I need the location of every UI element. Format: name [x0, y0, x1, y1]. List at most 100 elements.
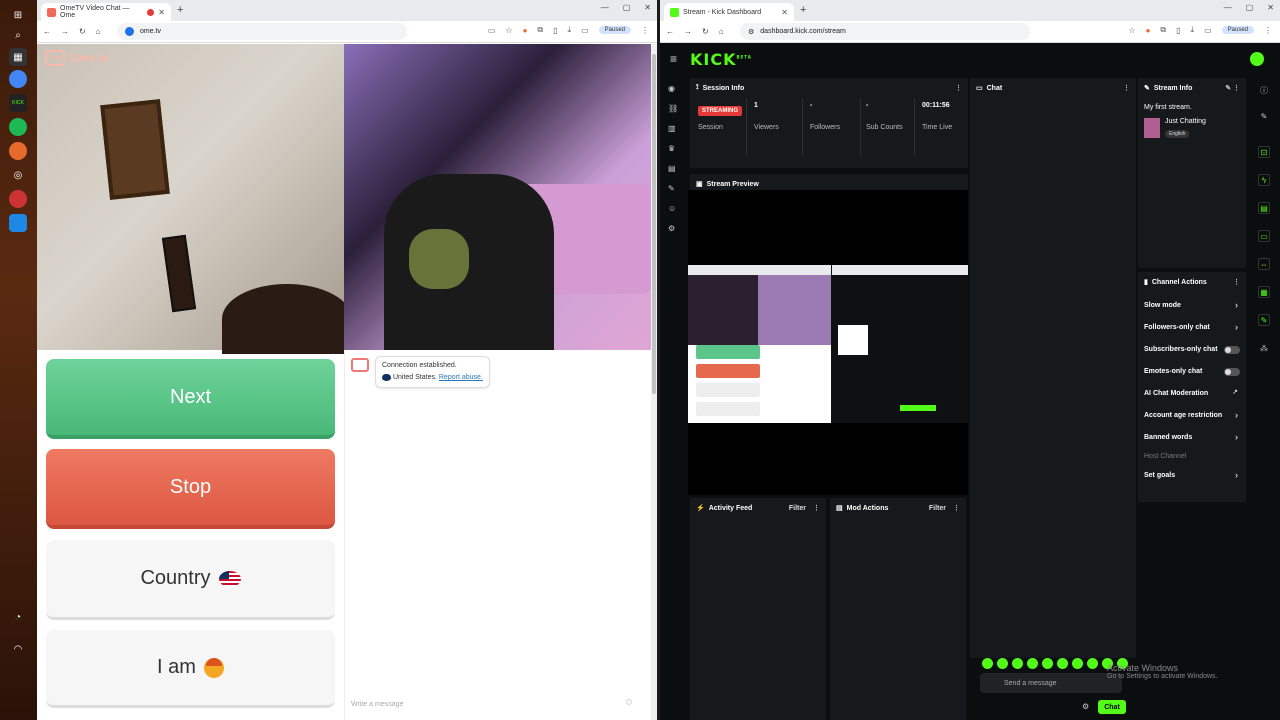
account-age-item[interactable]: Account age restriction: [1144, 412, 1222, 419]
maximize-icon[interactable]: ▢: [1246, 3, 1254, 12]
filter-button[interactable]: Filter: [929, 505, 946, 512]
emote-icon[interactable]: [1057, 658, 1068, 669]
download-icon[interactable]: ⤓: [1191, 25, 1195, 35]
pencil-icon[interactable]: ✎: [1258, 110, 1270, 122]
back-icon[interactable]: ←: [43, 27, 51, 36]
chevron-right-icon[interactable]: ›: [1235, 470, 1238, 480]
country-button[interactable]: Country: [46, 540, 335, 620]
stop-button[interactable]: Stop: [46, 449, 335, 529]
banned-words-item[interactable]: Banned words: [1144, 434, 1192, 441]
bookmark-star-icon[interactable]: ☆: [1128, 26, 1135, 35]
chart-icon[interactable]: ↗: [1232, 388, 1238, 396]
chevron-right-icon[interactable]: ›: [1235, 410, 1238, 420]
community-nav-icon[interactable]: ☺: [668, 204, 678, 214]
sidepanel-icon[interactable]: ▯: [1176, 26, 1180, 35]
task-view-icon[interactable]: ▦: [9, 48, 27, 66]
spotify-icon[interactable]: [9, 118, 27, 136]
close-tab-icon[interactable]: ✕: [158, 8, 165, 17]
chevron-right-icon[interactable]: ›: [1235, 322, 1238, 332]
nodes-icon[interactable]: ⁂: [1258, 342, 1270, 354]
panel-menu-icon[interactable]: ⋮: [813, 504, 820, 512]
puzzle-icon[interactable]: ⧉: [537, 25, 543, 35]
edit-icon[interactable]: ✎ ⋮: [1225, 84, 1240, 92]
home-icon[interactable]: ⌂: [96, 27, 101, 36]
subscribers-only-toggle[interactable]: [1224, 346, 1240, 354]
ai-moderation-item[interactable]: AI Chat Moderation: [1144, 390, 1208, 397]
emote-icon[interactable]: [1087, 658, 1098, 669]
emote-icon[interactable]: [1012, 658, 1023, 669]
user-avatar[interactable]: [1250, 52, 1264, 66]
new-tab-button[interactable]: +: [800, 4, 806, 16]
tab-kick[interactable]: Stream - Kick Dashboard ✕: [664, 3, 794, 21]
scrollbar-thumb[interactable]: [652, 54, 656, 394]
filter-button[interactable]: Filter: [789, 505, 806, 512]
steam-icon[interactable]: ◎: [9, 166, 27, 184]
emotes-only-toggle[interactable]: [1224, 368, 1240, 376]
window-icon[interactable]: ▭: [581, 26, 589, 35]
app-icon[interactable]: [9, 190, 27, 208]
chevron-right-icon[interactable]: ›: [1235, 300, 1238, 310]
windows-start-icon[interactable]: ⊞: [9, 6, 27, 24]
tab-ometv[interactable]: OmeTV Video Chat — Ome ✕: [41, 3, 171, 21]
emote-icon[interactable]: [997, 658, 1008, 669]
emoji-picker-icon[interactable]: ☺: [624, 697, 634, 708]
emote-icon[interactable]: [982, 658, 993, 669]
back-icon[interactable]: ←: [666, 27, 674, 36]
panel-menu-icon[interactable]: ⋮: [955, 84, 962, 92]
chat-send-button[interactable]: Chat: [1098, 700, 1126, 714]
close-window-icon[interactable]: ✕: [1267, 3, 1274, 12]
message-input[interactable]: Write a message: [351, 701, 403, 708]
followers-only-item[interactable]: Followers-only chat: [1144, 324, 1210, 331]
tray-icon[interactable]: ◔: [9, 608, 27, 626]
new-tab-button[interactable]: +: [177, 4, 183, 16]
window-icon[interactable]: ▭: [1204, 26, 1212, 35]
download-icon[interactable]: ⤓: [568, 25, 572, 35]
analytics-nav-icon[interactable]: ▥: [668, 124, 678, 134]
profile-chip[interactable]: Paused: [1221, 26, 1254, 34]
url-input[interactable]: ome.tv: [117, 23, 407, 40]
crop-icon[interactable]: ⊡: [1258, 146, 1270, 158]
stream-nav-icon[interactable]: ◉: [668, 84, 678, 94]
emote-icon[interactable]: [1072, 658, 1083, 669]
panel-menu-icon[interactable]: ⋮: [1123, 84, 1130, 92]
menu-kebab-icon[interactable]: ⋮: [641, 26, 649, 35]
emote-icon[interactable]: [1027, 658, 1038, 669]
panel-menu-icon[interactable]: ⋮: [1233, 278, 1240, 286]
menu-kebab-icon[interactable]: ⋮: [1264, 26, 1272, 35]
minimize-icon[interactable]: —: [601, 3, 609, 12]
wrench-icon[interactable]: ✎: [1258, 314, 1270, 326]
monetize-nav-icon[interactable]: ▤: [668, 164, 678, 174]
slow-mode-item[interactable]: Slow mode: [1144, 302, 1181, 309]
settings-nav-icon[interactable]: ⚙: [668, 224, 678, 234]
obs-icon[interactable]: [9, 142, 27, 160]
tray-wifi-icon[interactable]: ◠: [9, 640, 27, 658]
extension-icon[interactable]: ●: [1146, 26, 1151, 35]
chrome-icon[interactable]: [9, 70, 27, 88]
search-icon[interactable]: ⌕: [9, 26, 27, 44]
puzzle-icon[interactable]: ⧉: [1160, 25, 1166, 35]
panel-menu-icon[interactable]: ⋮: [953, 504, 960, 512]
chat-bubble-icon[interactable]: ▭: [1258, 230, 1270, 242]
home-icon[interactable]: ⌂: [719, 27, 724, 36]
close-tab-icon[interactable]: ✕: [781, 8, 788, 17]
set-goals-item[interactable]: Set goals: [1144, 472, 1175, 479]
profile-chip[interactable]: Paused: [598, 26, 631, 34]
chevron-right-icon[interactable]: ›: [1235, 432, 1238, 442]
extension-icon[interactable]: ●: [523, 26, 528, 35]
trophy-nav-icon[interactable]: ♛: [668, 144, 678, 154]
sidepanel-icon[interactable]: ▯: [553, 26, 557, 35]
i-am-button[interactable]: I am: [46, 630, 335, 708]
site-info-icon[interactable]: ⚙: [748, 28, 754, 36]
document-icon[interactable]: ▤: [1258, 202, 1270, 214]
emote-icon[interactable]: [1042, 658, 1053, 669]
send-message-input[interactable]: Send a message: [980, 673, 1122, 693]
files-icon[interactable]: [9, 214, 27, 232]
site-info-icon[interactable]: [125, 27, 134, 36]
forward-icon[interactable]: →: [61, 27, 69, 36]
minimize-icon[interactable]: —: [1224, 3, 1232, 12]
cast-icon[interactable]: ▭: [488, 26, 496, 35]
tools-nav-icon[interactable]: ✎: [668, 184, 678, 194]
page-scrollbar[interactable]: [651, 44, 657, 720]
reload-icon[interactable]: ↻: [702, 27, 709, 36]
close-window-icon[interactable]: ✕: [644, 3, 651, 12]
